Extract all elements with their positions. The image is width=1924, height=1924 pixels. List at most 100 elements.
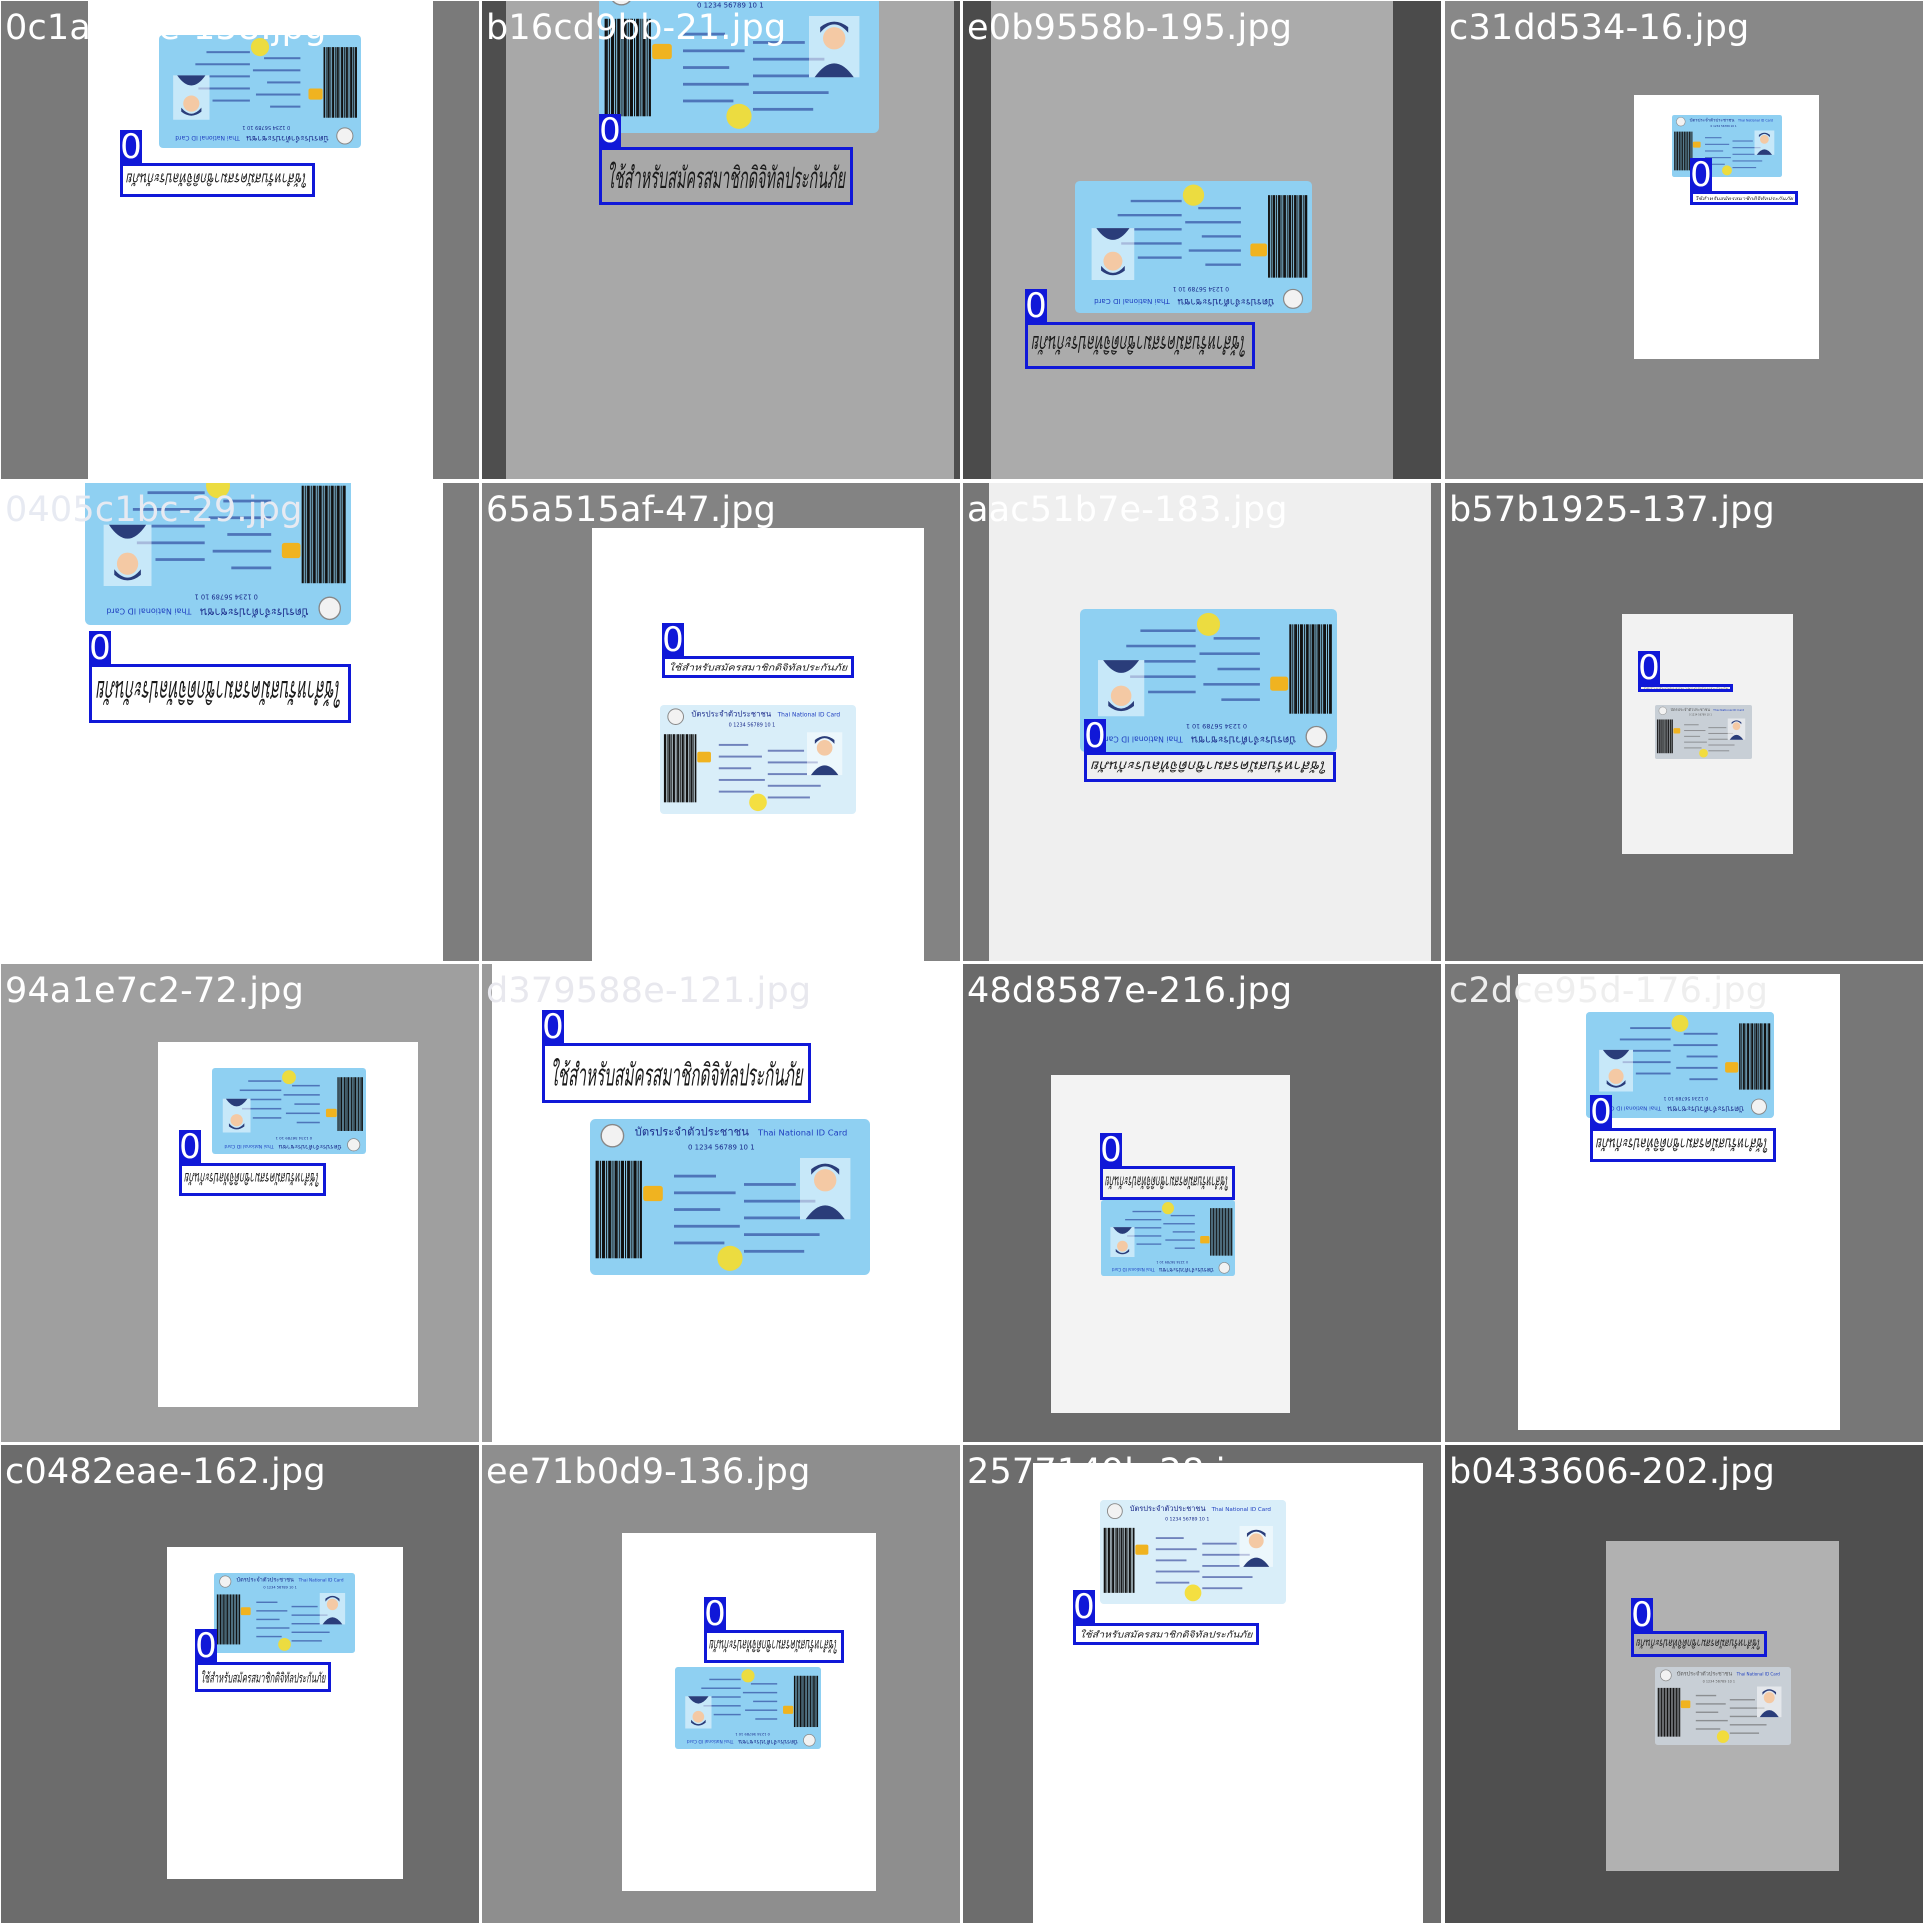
tile: บัตรประจำตัวประชาชน Thai National ID Car… bbox=[1, 1, 479, 479]
svg-text:Thai National ID Card: Thai National ID Card bbox=[1101, 735, 1184, 744]
filename-label: aac51b7e-183.jpg bbox=[967, 490, 1288, 530]
svg-text:บัตรประจำตัวประชาชน: บัตรประจำตัวประชาชน bbox=[1677, 1670, 1733, 1677]
class-label: 0 bbox=[1025, 286, 1047, 326]
class-label: 0 bbox=[1631, 1595, 1653, 1635]
svg-text:0 1234 56789 10 1: 0 1234 56789 10 1 bbox=[688, 1144, 755, 1152]
svg-text:ใช้สำหรับสมัครสมาชิกดิจิทัลประ: ใช้สำหรับสมัครสมาชิกดิจิทัลประกันภัย bbox=[96, 673, 343, 709]
background-strip bbox=[1431, 483, 1441, 961]
svg-text:ใช้สำหรับสมัครสมาชิกดิจิทัลประ: ใช้สำหรับสมัครสมาชิกดิจิทัลประกันภัย bbox=[607, 162, 846, 197]
svg-text:บัตรประจำตัวประชาชน: บัตรประจำตัวประชาชน bbox=[1671, 707, 1711, 712]
class-label: 0 bbox=[179, 1127, 201, 1167]
filename-label: c2dce95d-176.jpg bbox=[1449, 971, 1769, 1011]
tile: ใช้สำหรับสมัครสมาชิกดิจิทัลประกันภัย 0 บ… bbox=[1445, 1445, 1923, 1923]
tile: บัตรประจำตัวประชาชน Thai National ID Car… bbox=[482, 1, 960, 479]
id-card-image: บัตรประจำตัวประชาชน Thai National ID Car… bbox=[159, 35, 361, 148]
svg-text:บัตรประจำตัวประชาชน: บัตรประจำตัวประชาชน bbox=[246, 134, 329, 143]
id-card-image: บัตรประจำตัวประชาชน Thai National ID Car… bbox=[1672, 115, 1782, 177]
id-card-image: บัตรประจำตัวประชาชน Thai National ID Car… bbox=[1080, 609, 1337, 752]
tile: บัตรประจำตัวประชาชน Thai National ID Car… bbox=[1445, 964, 1923, 1442]
svg-text:0 1234 56789 10 1: 0 1234 56789 10 1 bbox=[1689, 714, 1712, 717]
svg-text:ใช้สำหรับสมัครสมาชิกดิจิทัลประ: ใช้สำหรับสมัครสมาชิกดิจิทัลประกันภัย bbox=[126, 169, 309, 188]
tile: บัตรประจำตัวประชาชน Thai National ID Car… bbox=[1, 964, 479, 1442]
filename-label: c31dd534-16.jpg bbox=[1449, 8, 1750, 48]
tile: ใช้สำหรับสมัครสมาชิกดิจิทัลประกันภัย 0 บ… bbox=[482, 1445, 960, 1923]
annotation-box: ใช้สำหรับสมัครสมาชิกดิจิทัลประกันภัย 0 bbox=[599, 114, 853, 205]
id-card-image: บัตรประจำตัวประชาชน Thai National ID Car… bbox=[1586, 1012, 1774, 1118]
svg-text:บัตรประจำตัวประชาชน: บัตรประจำตัวประชาชน bbox=[1177, 296, 1274, 307]
filename-label: 0c1a789e-158.jpg bbox=[5, 8, 327, 48]
svg-text:0 1234 56789 10 1: 0 1234 56789 10 1 bbox=[1165, 1516, 1209, 1522]
svg-text:Thai National ID Card: Thai National ID Card bbox=[777, 713, 841, 719]
filename-label: 0405c1bc-29.jpg bbox=[5, 490, 303, 530]
filename-label: ee71b0d9-136.jpg bbox=[486, 1452, 811, 1492]
svg-text:0 1234 56789 10 1: 0 1234 56789 10 1 bbox=[195, 592, 258, 600]
svg-text:0 1234 56789 10 1: 0 1234 56789 10 1 bbox=[242, 124, 290, 130]
svg-text:0 1234 56789 10 1: 0 1234 56789 10 1 bbox=[735, 1732, 770, 1736]
tile: บัตรประจำตัวประชาชน Thai National ID Car… bbox=[1445, 1, 1923, 479]
tile: ใช้สำหรับสมัครสมาชิกดิจิทัลประกันภัย 0 บ… bbox=[1445, 483, 1923, 961]
svg-text:Thai National ID Card: Thai National ID Card bbox=[1211, 1507, 1272, 1513]
id-card-image: บัตรประจำตัวประชาชน Thai National ID Car… bbox=[1655, 1667, 1791, 1745]
svg-text:0 1234 56789 10 1: 0 1234 56789 10 1 bbox=[1711, 124, 1737, 128]
svg-text:บัตรประจำตัวประชาชน: บัตรประจำตัวประชาชน bbox=[1690, 118, 1735, 124]
annotation-box: ใช้สำหรับสมัครสมาชิกดิจิทัลประกันภัย 0 bbox=[195, 1629, 331, 1692]
tile: บัตรประจำตัวประชาชน Thai National ID Car… bbox=[1, 1445, 479, 1923]
svg-text:Thai National ID Card: Thai National ID Card bbox=[1736, 1671, 1781, 1676]
id-card-image: บัตรประจำตัวประชาชน Thai National ID Car… bbox=[590, 1119, 870, 1275]
svg-text:0 1234 56789 10 1: 0 1234 56789 10 1 bbox=[263, 1586, 296, 1590]
annotation-box: ใช้สำหรับสมัครสมาชิกดิจิทัลประกันภัย 0 bbox=[542, 1010, 811, 1103]
svg-text:ใช้สำหรับสมัครสมาชิกดิจิทัลประ: ใช้สำหรับสมัครสมาชิกดิจิทัลประกันภัย bbox=[1596, 1134, 1769, 1152]
id-card-image: บัตรประจำตัวประชาชน Thai National ID Car… bbox=[1075, 181, 1312, 313]
svg-text:0 1234 56789 10 1: 0 1234 56789 10 1 bbox=[1703, 1679, 1735, 1683]
filename-label: 2577149b-28.jpg bbox=[967, 1452, 1271, 1492]
class-label: 0 bbox=[195, 1626, 217, 1666]
background-strip bbox=[1393, 1, 1441, 479]
svg-text:บัตรประจำตัวประชาชน: บัตรประจำตัวประชาชน bbox=[1159, 1266, 1214, 1273]
tile: บัตรประจำตัวประชาชน Thai National ID Car… bbox=[1, 483, 479, 961]
svg-text:Thai National ID Card: Thai National ID Card bbox=[224, 1143, 274, 1149]
svg-text:ใช้สำหรับสมัครสมาชิกดิจิทัลประ: ใช้สำหรับสมัครสมาชิกดิจิทัลประกันภัย bbox=[1032, 329, 1248, 357]
background-strip bbox=[443, 483, 479, 961]
svg-text:ใช้สำหรับสมัครสมาชิกดิจิทัลประ: ใช้สำหรับสมัครสมาชิกดิจิทัลประกันภัย bbox=[709, 1636, 838, 1655]
svg-text:0 1234 56789 10 1: 0 1234 56789 10 1 bbox=[729, 722, 776, 728]
class-label: 0 bbox=[542, 1007, 564, 1047]
svg-text:Thai National ID Card: Thai National ID Card bbox=[1111, 1267, 1155, 1272]
svg-text:ใช้สำหรับสมัครสมาชิกดิจิทัลประ: ใช้สำหรับสมัครสมาชิกดิจิทัลประกันภัย bbox=[1091, 758, 1329, 774]
id-card-image: บัตรประจำตัวประชาชน Thai National ID Car… bbox=[660, 705, 856, 814]
id-card-image: บัตรประจำตัวประชาชน Thai National ID Car… bbox=[214, 1573, 355, 1653]
svg-text:0 1234 56789 10 1: 0 1234 56789 10 1 bbox=[1663, 1095, 1708, 1101]
annotation-box: ใช้สำหรับสมัครสมาชิกดิจิทัลประกันภัย 0 bbox=[1690, 158, 1798, 205]
class-label: 0 bbox=[89, 628, 111, 668]
svg-text:0 1234 56789 10 1: 0 1234 56789 10 1 bbox=[1156, 1260, 1188, 1264]
tile: บัตรประจำตัวประชาชน Thai National ID Car… bbox=[963, 483, 1441, 961]
class-label: 0 bbox=[662, 620, 684, 660]
annotation-box: ใช้สำหรับสมัครสมาชิกดิจิทัลประกันภัย 0 bbox=[1100, 1133, 1235, 1200]
svg-text:ใช้สำหรับสมัครสมาชิกดิจิทัลประ: ใช้สำหรับสมัครสมาชิกดิจิทัลประกันภัย bbox=[1695, 195, 1794, 201]
svg-text:ใช้สำหรับสมัครสมาชิกดิจิทัลประ: ใช้สำหรับสมัครสมาชิกดิจิทัลประกันภัย bbox=[184, 1169, 320, 1188]
svg-text:0 1234 56789 10 1: 0 1234 56789 10 1 bbox=[1172, 285, 1229, 291]
annotation-box: ใช้สำหรับสมัครสมาชิกดิจิทัลประกันภัย 0 bbox=[1073, 1590, 1259, 1645]
background-strip bbox=[954, 1, 960, 479]
class-label: 0 bbox=[704, 1594, 726, 1634]
filename-label: 65a515af-47.jpg bbox=[486, 490, 777, 530]
class-label: 0 bbox=[1073, 1587, 1095, 1627]
background-strip bbox=[482, 1, 506, 479]
svg-text:ใช้สำหรับสมัครสมาชิกดิจิทัลประ: ใช้สำหรับสมัครสมาชิกดิจิทัลประกันภัย bbox=[1105, 1172, 1229, 1192]
annotation-box: ใช้สำหรับสมัครสมาชิกดิจิทัลประกันภัย 0 bbox=[1025, 289, 1255, 369]
filename-label: b57b1925-137.jpg bbox=[1449, 490, 1775, 530]
filename-label: b0433606-202.jpg bbox=[1449, 1452, 1776, 1492]
svg-text:บัตรประจำตัวประชาชน: บัตรประจำตัวประชาชน bbox=[1191, 734, 1296, 746]
svg-text:Thai National ID Card: Thai National ID Card bbox=[298, 1578, 344, 1584]
svg-text:บัตรประจำตัวประชาชน: บัตรประจำตัวประชาชน bbox=[1667, 1105, 1744, 1114]
svg-text:ใช้สำหรับสมัครสมาชิกดิจิทัลประ: ใช้สำหรับสมัครสมาชิกดิจิทัลประกันภัย bbox=[550, 1057, 804, 1094]
background-strip bbox=[482, 964, 492, 1442]
filename-label: d379588e-121.jpg bbox=[486, 971, 812, 1011]
svg-text:Thai National ID Card: Thai National ID Card bbox=[1094, 297, 1171, 306]
class-label: 0 bbox=[599, 111, 621, 151]
annotation-box: ใช้สำหรับสมัครสมาชิกดิจิทัลประกันภัย 0 bbox=[704, 1597, 844, 1663]
filename-label: 48d8587e-216.jpg bbox=[967, 971, 1293, 1011]
class-label: 0 bbox=[120, 127, 142, 167]
svg-text:Thai National ID Card: Thai National ID Card bbox=[106, 606, 192, 616]
svg-text:ใช้สำหรับสมัครสมาชิกดิจิทัลประ: ใช้สำหรับสมัครสมาชิกดิจิทัลประกันภัย bbox=[201, 1669, 326, 1685]
svg-text:ใช้สำหรับสมัครสมาชิกดิจิทัลประ: ใช้สำหรับสมัครสมาชิกดิจิทัลประกันภัย bbox=[1636, 1636, 1762, 1650]
